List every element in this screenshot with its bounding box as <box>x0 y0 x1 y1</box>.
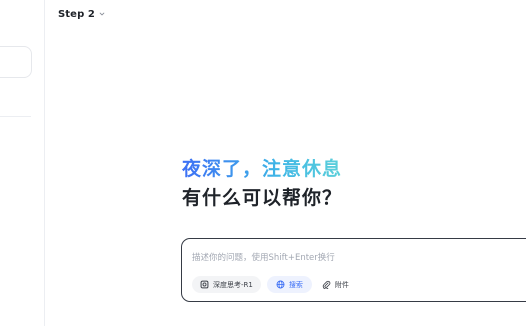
globe-icon <box>276 280 285 289</box>
sidebar <box>0 0 45 326</box>
composer-toolbar: 深度思考-R1 搜索 附件 <box>192 276 353 293</box>
attach-button[interactable]: 附件 <box>318 276 353 293</box>
model-selector[interactable]: Step 2 <box>58 7 105 21</box>
chat-composer: 深度思考-R1 搜索 附件 <box>181 238 526 302</box>
sidebar-divider <box>0 116 31 117</box>
paperclip-icon <box>322 280 331 289</box>
deep-think-button[interactable]: 深度思考-R1 <box>192 276 261 293</box>
chevron-down-icon <box>99 12 105 16</box>
app-window: Step 2 夜深了，注意休息 有什么可以帮你？ 深度思考-R1 <box>0 0 526 326</box>
greeting-headline: 夜深了，注意休息 <box>182 158 343 180</box>
greeting-subline: 有什么可以帮你？ <box>182 187 343 209</box>
greeting: 夜深了，注意休息 有什么可以帮你？ <box>182 157 342 211</box>
attach-label: 附件 <box>334 280 349 289</box>
message-input[interactable] <box>192 251 512 265</box>
page-title: Step 2 <box>58 8 95 20</box>
search-button[interactable]: 搜索 <box>266 276 312 293</box>
search-label: 搜索 <box>288 280 303 289</box>
deep-think-icon <box>200 280 209 289</box>
deep-think-label: 深度思考-R1 <box>213 280 253 289</box>
sidebar-new-chat-slot[interactable] <box>0 46 32 78</box>
